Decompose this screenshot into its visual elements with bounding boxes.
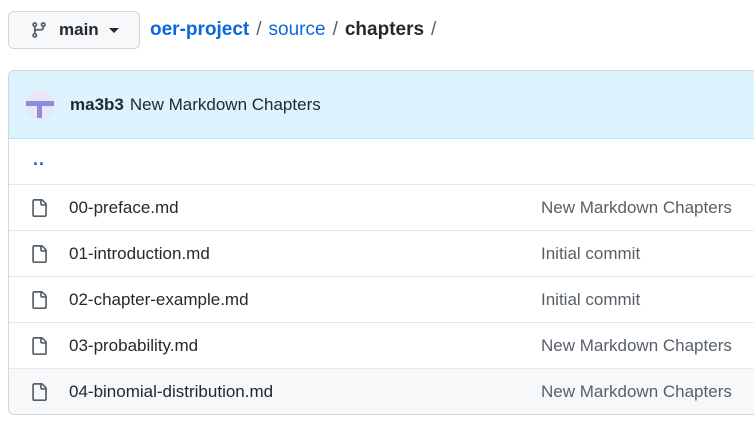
- repo-navigation-bar: main oer-project / source / chapters /: [8, 11, 436, 49]
- latest-commit-header: ma3b3 New Markdown Chapters: [9, 71, 754, 139]
- file-commit-message-link[interactable]: New Markdown Chapters: [541, 336, 732, 356]
- file-icon: [30, 198, 50, 218]
- file-commit-message-link[interactable]: Initial commit: [541, 290, 640, 310]
- branch-selector-button[interactable]: main: [8, 11, 140, 49]
- file-icon: [30, 290, 50, 310]
- breadcrumb-separator: /: [332, 19, 338, 40]
- breadcrumb: oer-project / source / chapters /: [150, 19, 436, 41]
- file-row[interactable]: 00-preface.md New Markdown Chapters: [9, 184, 754, 230]
- file-row[interactable]: 01-introduction.md Initial commit: [9, 230, 754, 276]
- file-commit-message-link[interactable]: New Markdown Chapters: [541, 382, 732, 402]
- file-commit-message-link[interactable]: New Markdown Chapters: [541, 198, 732, 218]
- file-icon: [30, 244, 50, 264]
- file-name-link[interactable]: 02-chapter-example.md: [69, 290, 541, 310]
- commit-author-link[interactable]: ma3b3: [70, 95, 124, 115]
- breadcrumb-repo-link[interactable]: oer-project: [150, 19, 249, 41]
- breadcrumb-separator: /: [256, 19, 262, 40]
- breadcrumb-separator: /: [431, 19, 437, 40]
- git-branch-icon: [30, 21, 48, 39]
- file-name-link[interactable]: 04-binomial-distribution.md: [69, 382, 541, 402]
- commit-message-link[interactable]: New Markdown Chapters: [130, 95, 321, 115]
- chevron-down-icon: [108, 27, 119, 33]
- parent-directory-row[interactable]: ..: [9, 139, 754, 184]
- file-name-link[interactable]: 00-preface.md: [69, 198, 541, 218]
- file-row[interactable]: 02-chapter-example.md Initial commit: [9, 276, 754, 322]
- file-row[interactable]: 04-binomial-distribution.md New Markdown…: [9, 368, 754, 414]
- breadcrumb-path-link-source[interactable]: source: [269, 19, 326, 41]
- file-icon: [30, 336, 50, 356]
- parent-directory-link[interactable]: ..: [33, 149, 45, 170]
- file-row[interactable]: 03-probability.md New Markdown Chapters: [9, 322, 754, 368]
- breadcrumb-current-folder: chapters: [344, 19, 425, 40]
- file-commit-message-link[interactable]: Initial commit: [541, 244, 640, 264]
- file-icon: [30, 382, 50, 402]
- branch-name: main: [59, 20, 99, 39]
- file-name-link[interactable]: 03-probability.md: [69, 336, 541, 356]
- identicon-avatar[interactable]: [25, 89, 55, 120]
- file-name-link[interactable]: 01-introduction.md: [69, 244, 541, 264]
- file-browser: ma3b3 New Markdown Chapters .. 00-prefac…: [8, 70, 754, 415]
